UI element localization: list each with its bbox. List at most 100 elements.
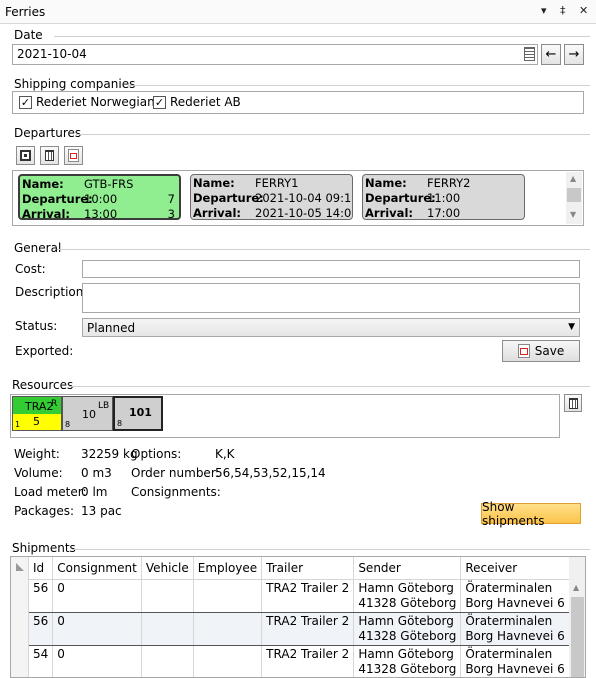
close-icon[interactable]: ✕ [579, 4, 588, 17]
name-key: Name: [193, 176, 235, 190]
departure-time: 11:00 [427, 191, 461, 205]
checkbox-checked-icon[interactable]: ✓ [19, 95, 32, 109]
resource-top: 10 [82, 408, 96, 421]
departure-name: GTB-FRS [84, 177, 134, 191]
arrival-key: Arrival: [193, 206, 241, 220]
company-checkbox-norwegian[interactable]: ✓ Rederiet Norwegian [19, 95, 155, 109]
table-row[interactable]: 56 0 TRA2 Trailer 2 Hamn Göteborg 41328 G… [29, 579, 570, 613]
resource-top-right: R [51, 399, 58, 409]
departure-card-1[interactable]: Name: GTB-FRS Departure: 10:00 7 Arrival… [18, 174, 181, 220]
calendar-icon[interactable] [524, 47, 535, 61]
departures-group-label: Departures [14, 126, 82, 140]
status-value: Planned [87, 321, 136, 335]
departure-time: 10:00 [84, 192, 118, 206]
title-bar: Ferries ▾ ‡ ✕ [0, 0, 596, 24]
name-key: Name: [22, 177, 64, 191]
table-row[interactable]: 56 0 TRA2 Trailer 2 Hamn Göteborg 41328 G… [29, 612, 570, 646]
scroll-thumb[interactable] [567, 188, 581, 202]
resource-middle: 5 [33, 415, 40, 428]
order-number-label: Order number: [131, 466, 220, 480]
resource-corner: 8 [117, 419, 123, 428]
resource-corner: 8 [65, 420, 71, 429]
delete-departure-button[interactable] [40, 146, 59, 165]
weight-value: 32259 kg [81, 447, 138, 461]
resource-tile-trailer[interactable]: TRA2 R 5 1 [12, 396, 62, 431]
date-group-label: Date [14, 28, 43, 42]
departure-name: FERRY1 [255, 176, 299, 190]
show-shipments-label: Show shipments [482, 499, 545, 528]
general-group-label: General [14, 241, 62, 255]
previous-date-button[interactable]: ← [541, 44, 561, 65]
row-header-column [11, 557, 29, 677]
resource-tile-101[interactable]: 101 8 [113, 396, 163, 431]
window-title: Ferries [5, 5, 46, 19]
trash-icon [568, 397, 578, 409]
cost-input[interactable] [82, 260, 580, 278]
departure-key: Departure: [365, 191, 436, 205]
arrival-time: 17:00 [427, 206, 461, 220]
column-header-sender[interactable]: Sender [353, 557, 462, 580]
departures-scrollbar[interactable]: ▲ ▼ [566, 172, 582, 224]
order-number-value: 56,54,53,52,15,14 [215, 466, 326, 480]
pin-icon[interactable]: ‡ [560, 4, 566, 17]
arrival-key: Arrival: [365, 206, 413, 220]
floppy-disk-icon [20, 150, 31, 161]
delete-resource-button[interactable] [564, 394, 582, 412]
loadmeter-value: 0 lm [81, 485, 108, 499]
trash-icon [45, 150, 54, 161]
window-menu-icon[interactable]: ▾ [541, 4, 547, 17]
table-row[interactable]: 54 0 TRA2 Trailer 2 Hamn Göteborg 41328 G… [29, 645, 570, 677]
cost-label: Cost: [15, 262, 46, 276]
resources-group-label: Resources [12, 378, 74, 392]
shipments-scrollbar[interactable]: ▲ [569, 557, 585, 677]
date-value: 2021-10-04 [17, 47, 87, 61]
description-input[interactable] [82, 283, 580, 313]
date-group-divider [54, 36, 590, 37]
company-checkbox-ab[interactable]: ✓ Rederiet AB [153, 95, 241, 109]
company-label: Rederiet AB [170, 95, 241, 109]
arrow-right-icon: → [568, 47, 580, 62]
departure-card-3[interactable]: Name: FERRY2 Departure: 11:00 Arrival: 1… [362, 174, 525, 220]
scroll-thumb[interactable] [571, 597, 584, 677]
departure-card-2[interactable]: Name: FERRY1 Departure: 2021-10-04 09:15… [190, 174, 353, 220]
select-all-icon[interactable] [16, 563, 24, 571]
column-header-employee[interactable]: Employee [193, 557, 263, 580]
chevron-down-icon: ▼ [568, 322, 575, 332]
volume-label: Volume: [14, 466, 63, 480]
next-date-button[interactable]: → [564, 44, 584, 65]
scroll-up-icon[interactable]: ▲ [573, 583, 579, 592]
column-header-id[interactable]: Id [29, 557, 54, 580]
departures-group-divider [76, 134, 590, 135]
column-header-receiver[interactable]: Receiver [460, 557, 570, 580]
resource-tile-10[interactable]: 10 LB 8 [62, 396, 113, 431]
shipments-group-divider [72, 549, 590, 550]
resource-corner: 1 [15, 420, 21, 429]
export-pdf-button[interactable] [64, 146, 83, 165]
resource-top-right: LB [98, 401, 110, 411]
departure-time: 2021-10-04 09:15 [255, 191, 353, 205]
arrival-time: 13:00 [84, 207, 118, 220]
resource-top: TRA2 [25, 400, 54, 413]
status-label: Status: [15, 319, 58, 333]
date-field[interactable]: 2021-10-04 [12, 44, 538, 65]
column-header-consignment[interactable]: Consignment [52, 557, 142, 580]
save-button[interactable]: Save [502, 340, 580, 362]
shipments-table: Id Consignment Vehicle Employee Trailer … [29, 557, 570, 677]
departure-count: 7 [167, 192, 175, 206]
column-header-trailer[interactable]: Trailer [261, 557, 355, 580]
resources-group-divider [69, 386, 590, 387]
arrival-count: 3 [167, 207, 175, 220]
exported-label: Exported: [15, 344, 74, 358]
checkbox-checked-icon[interactable]: ✓ [153, 95, 166, 109]
column-header-vehicle[interactable]: Vehicle [141, 557, 194, 580]
scroll-down-icon[interactable]: ▼ [570, 210, 576, 219]
scroll-up-icon[interactable]: ▲ [570, 174, 576, 183]
pdf-icon [517, 344, 530, 358]
show-shipments-button[interactable]: Show shipments [481, 500, 581, 528]
pdf-icon [68, 149, 79, 162]
volume-value: 0 m3 [81, 466, 112, 480]
save-departure-button[interactable] [16, 146, 35, 165]
status-select[interactable]: Planned ▼ [82, 318, 580, 337]
options-value: K,K [215, 447, 235, 461]
packages-label: Packages: [14, 504, 75, 518]
